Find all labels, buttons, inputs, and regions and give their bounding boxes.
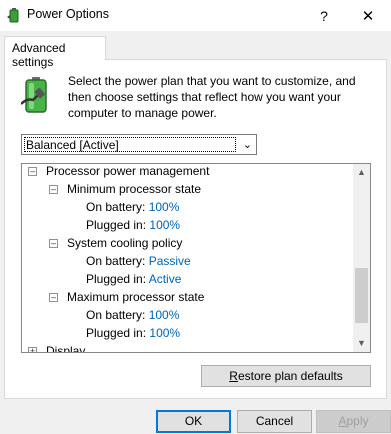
collapse-icon[interactable]: – <box>49 239 58 248</box>
restore-accelerator: R <box>229 369 238 383</box>
tree-setting-row[interactable]: Plugged in: Active <box>86 270 181 288</box>
ok-label: OK <box>184 414 203 428</box>
ok-button[interactable]: OK <box>156 410 231 433</box>
plan-select-value: Balanced [Active] <box>24 137 236 152</box>
plan-select[interactable]: Balanced [Active] ⌄ <box>21 134 257 155</box>
restore-label: estore plan defaults <box>237 369 343 383</box>
description-text: Select the power plan that you want to c… <box>68 74 356 120</box>
setting-label: On battery: <box>86 308 149 322</box>
close-icon: ✕ <box>361 7 375 25</box>
chevron-down-icon: ⌄ <box>242 139 252 151</box>
tree-setting-row[interactable]: On battery: 100% <box>86 198 179 216</box>
setting-value[interactable]: Active <box>149 272 182 286</box>
setting-label: Plugged in: <box>86 218 150 232</box>
collapse-icon[interactable]: – <box>49 293 58 302</box>
tree-setting-row[interactable]: Plugged in: 100% <box>86 324 180 342</box>
setting-value[interactable]: 100% <box>149 218 180 232</box>
scroll-thumb[interactable] <box>355 268 368 323</box>
tree-item-label: Maximum processor state <box>67 290 205 304</box>
apply-button[interactable]: Apply <box>316 410 391 433</box>
setting-value[interactable]: 100% <box>149 308 180 322</box>
collapse-icon[interactable]: – <box>49 185 58 194</box>
collapse-icon[interactable]: – <box>28 167 37 176</box>
vertical-scrollbar[interactable]: ▲ ▼ <box>353 164 370 352</box>
apply-label: pply <box>346 414 369 428</box>
tree-item-label: Display <box>46 344 86 353</box>
cancel-button[interactable]: Cancel <box>237 410 312 433</box>
help-icon: ? <box>320 7 328 24</box>
tree-item-label: Minimum processor state <box>67 182 202 196</box>
setting-label: On battery: <box>86 200 149 214</box>
scroll-up-icon[interactable]: ▲ <box>353 164 370 181</box>
window-title: Power Options <box>27 7 109 21</box>
tree-item-label: Processor power management <box>46 164 210 178</box>
tree-item-label: System cooling policy <box>67 236 183 250</box>
tab-advanced-settings[interactable]: Advanced settings <box>4 36 106 69</box>
tree-setting-row[interactable]: Plugged in: 100% <box>86 216 180 234</box>
battery-plug-icon <box>21 77 47 113</box>
setting-value[interactable]: 100% <box>149 200 180 214</box>
setting-value[interactable]: 100% <box>149 326 180 340</box>
title-bar: Power Options ? ✕ <box>0 0 391 31</box>
expand-icon[interactable]: + <box>28 347 37 352</box>
settings-tree[interactable]: – Processor power management – Minimum p… <box>21 163 371 353</box>
help-button[interactable]: ? <box>301 0 347 31</box>
close-button[interactable]: ✕ <box>345 0 391 31</box>
tree-setting-row[interactable]: On battery: 100% <box>86 306 179 324</box>
tab-label: Advanced settings <box>12 41 66 69</box>
setting-label: Plugged in: <box>86 326 150 340</box>
setting-label: On battery: <box>86 254 149 268</box>
cancel-label: Cancel <box>255 414 294 428</box>
restore-plan-defaults-button[interactable]: Restore plan defaults <box>201 365 371 387</box>
setting-value[interactable]: Passive <box>149 254 191 268</box>
apply-accelerator: A <box>338 414 347 428</box>
power-options-icon <box>7 8 19 23</box>
tree-setting-row[interactable]: On battery: Passive <box>86 252 191 270</box>
scroll-down-icon[interactable]: ▼ <box>353 335 370 352</box>
setting-label: Plugged in: <box>86 272 149 286</box>
